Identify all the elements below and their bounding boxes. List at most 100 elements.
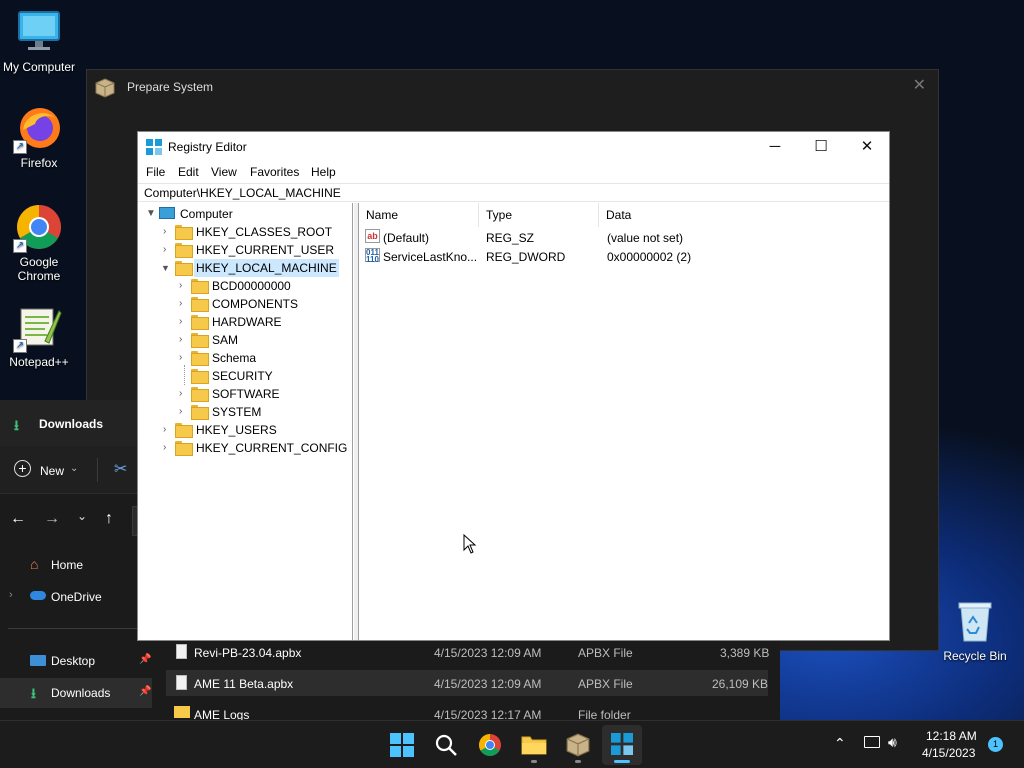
back-arrow-icon[interactable]: ← bbox=[10, 510, 26, 528]
registry-editor-titlebar[interactable]: Registry Editor ─ ☐ ✕ bbox=[138, 132, 889, 162]
tree-node-hive[interactable]: › HKEY_USERS bbox=[139, 421, 349, 439]
folder-icon bbox=[175, 243, 193, 258]
folder-icon bbox=[175, 225, 193, 240]
tree-label: SYSTEM bbox=[212, 405, 262, 419]
desktop-icon-label: Notepad++ bbox=[9, 355, 69, 369]
chevron-right-icon[interactable]: › bbox=[179, 403, 189, 421]
sidebar-item-onedrive[interactable]: › OneDrive bbox=[0, 584, 137, 610]
dword-value-icon: 011 110 bbox=[365, 248, 380, 264]
up-arrow-icon[interactable]: ↑ bbox=[105, 510, 113, 528]
file-row[interactable]: AME Logs 4/15/2023 12:17 AM File folder bbox=[166, 702, 768, 722]
close-button[interactable]: ✕ bbox=[844, 132, 890, 161]
tree-node-key[interactable]: SECURITY bbox=[139, 365, 349, 385]
tree-node-hive[interactable]: › HKEY_CURRENT_USER bbox=[139, 241, 349, 259]
notification-badge[interactable]: 1 bbox=[988, 737, 1003, 752]
registry-editor-icon bbox=[146, 139, 162, 155]
chevron-right-icon[interactable]: › bbox=[163, 223, 173, 241]
running-indicator bbox=[575, 760, 581, 763]
menu-favorites[interactable]: Favorites bbox=[250, 165, 299, 179]
tree-node-key[interactable]: › SYSTEM bbox=[139, 403, 349, 421]
chevron-right-icon[interactable]: › bbox=[179, 277, 189, 295]
file-name: Revi-PB-23.04.apbx bbox=[194, 646, 302, 660]
close-button[interactable]: ✕ bbox=[913, 75, 926, 95]
registry-value-row[interactable]: ab (Default) REG_SZ (value not set) bbox=[359, 229, 887, 248]
forward-arrow-icon[interactable]: → bbox=[44, 510, 60, 528]
chevron-right-icon[interactable]: › bbox=[179, 385, 189, 403]
network-icon[interactable] bbox=[864, 736, 880, 748]
tree-node-key[interactable]: › COMPONENTS bbox=[139, 295, 349, 313]
registry-value-row[interactable]: 011 110 ServiceLastKno... REG_DWORD 0x000… bbox=[359, 248, 887, 267]
taskbar-registry-editor[interactable] bbox=[602, 725, 642, 765]
tree-label: HKEY_CURRENT_CONFIG bbox=[196, 441, 348, 455]
explorer-tab[interactable]: ⭳ Downloads bbox=[0, 400, 137, 446]
tree-node-hive[interactable]: › HKEY_CURRENT_CONFIG bbox=[139, 439, 349, 457]
shortcut-arrow-icon: ↗ bbox=[13, 140, 27, 154]
chevron-right-icon[interactable]: › bbox=[163, 439, 173, 457]
tree-label: SOFTWARE bbox=[212, 387, 280, 401]
download-icon: ⭳ bbox=[14, 417, 19, 433]
clock-time[interactable]: 12:18 AM bbox=[926, 729, 977, 743]
taskbar-chrome[interactable] bbox=[470, 725, 510, 765]
tree-node-hive-selected[interactable]: ▼ HKEY_LOCAL_MACHINE bbox=[139, 259, 349, 277]
file-row[interactable]: AME 11 Beta.apbx 4/15/2023 12:09 AM APBX… bbox=[166, 670, 768, 696]
file-size: 26,109 KB bbox=[712, 677, 769, 691]
sidebar-item-home[interactable]: ⌂ Home bbox=[0, 552, 137, 578]
file-date: 4/15/2023 12:09 AM bbox=[434, 677, 542, 691]
running-indicator bbox=[531, 760, 537, 763]
chevron-down-icon[interactable]: ▼ bbox=[146, 205, 156, 223]
chevron-right-icon[interactable]: › bbox=[179, 295, 189, 313]
menu-help[interactable]: Help bbox=[311, 165, 336, 179]
chevron-right-icon[interactable]: › bbox=[179, 331, 189, 349]
mouse-cursor-icon bbox=[463, 533, 477, 554]
value-name: ServiceLastKno... bbox=[383, 250, 478, 264]
taskbar-file-explorer[interactable] bbox=[514, 725, 554, 765]
address-bar[interactable]: Computer\HKEY_LOCAL_MACHINE bbox=[138, 183, 889, 202]
menu-file[interactable]: File bbox=[146, 165, 165, 179]
folder-icon bbox=[175, 441, 193, 456]
chevron-right-icon[interactable]: › bbox=[163, 241, 173, 259]
file-date: 4/15/2023 12:09 AM bbox=[434, 646, 542, 660]
chevron-right-icon[interactable]: › bbox=[163, 421, 173, 439]
cut-icon[interactable]: ✂ bbox=[114, 459, 127, 479]
sidebar-item-label: Home bbox=[51, 558, 84, 572]
chevron-right-icon[interactable]: › bbox=[9, 589, 13, 601]
new-button[interactable]: + New ⌄ bbox=[14, 460, 84, 480]
desktop-icon-firefox[interactable]: ↗ Firefox bbox=[1, 104, 77, 170]
recent-chevron-icon[interactable]: ⌄ bbox=[77, 509, 87, 523]
clock-date[interactable]: 4/15/2023 bbox=[922, 746, 975, 760]
tree-node-computer[interactable]: ▼ Computer bbox=[139, 205, 349, 223]
chevron-right-icon[interactable]: › bbox=[179, 313, 189, 331]
address-path: Computer\HKEY_LOCAL_MACHINE bbox=[144, 186, 341, 200]
file-row[interactable]: Revi-PB-23.04.apbx 4/15/2023 12:09 AM AP… bbox=[166, 640, 770, 666]
divider bbox=[97, 458, 98, 482]
column-header-data[interactable]: Data bbox=[599, 203, 887, 227]
desktop-icon-notepad-plus-plus[interactable]: ↗ Notepad++ bbox=[1, 303, 77, 369]
search-button[interactable] bbox=[426, 725, 466, 765]
column-header-type[interactable]: Type bbox=[479, 203, 599, 227]
tree-node-key[interactable]: › HARDWARE bbox=[139, 313, 349, 331]
chevron-up-icon[interactable]: ⌃ bbox=[834, 735, 846, 752]
file-size: 3,389 KB bbox=[720, 646, 770, 660]
sidebar-item-downloads[interactable]: ⭳ Downloads 📌 bbox=[0, 678, 152, 708]
menu-view[interactable]: View bbox=[211, 165, 237, 179]
tree-node-key[interactable]: › BCD00000000 bbox=[139, 277, 349, 295]
volume-icon[interactable]: 🔊︎ bbox=[888, 734, 897, 751]
desktop-icon-recycle-bin[interactable]: Recycle Bin bbox=[937, 597, 1013, 663]
chevron-down-icon[interactable]: ▼ bbox=[161, 259, 171, 277]
tree-node-key[interactable]: › SAM bbox=[139, 331, 349, 349]
sidebar-item-desktop[interactable]: Desktop 📌 bbox=[0, 648, 152, 674]
folder-icon bbox=[191, 369, 209, 384]
maximize-button[interactable]: ☐ bbox=[798, 132, 844, 161]
tree-node-hive[interactable]: › HKEY_CLASSES_ROOT bbox=[139, 223, 349, 241]
taskbar-prepare-system[interactable] bbox=[558, 725, 598, 765]
tree-label: HKEY_CURRENT_USER bbox=[196, 243, 335, 257]
column-header-name[interactable]: Name bbox=[359, 203, 479, 227]
desktop-icon-chrome[interactable]: ↗ Google Chrome bbox=[1, 203, 77, 283]
package-icon bbox=[95, 78, 115, 98]
start-button[interactable] bbox=[382, 725, 422, 765]
minimize-button[interactable]: ─ bbox=[752, 132, 798, 161]
tree-node-key[interactable]: › SOFTWARE bbox=[139, 385, 349, 403]
tree-node-key[interactable]: › Schema bbox=[139, 349, 349, 367]
menu-edit[interactable]: Edit bbox=[178, 165, 199, 179]
desktop-icon-my-computer[interactable]: My Computer bbox=[1, 8, 77, 74]
